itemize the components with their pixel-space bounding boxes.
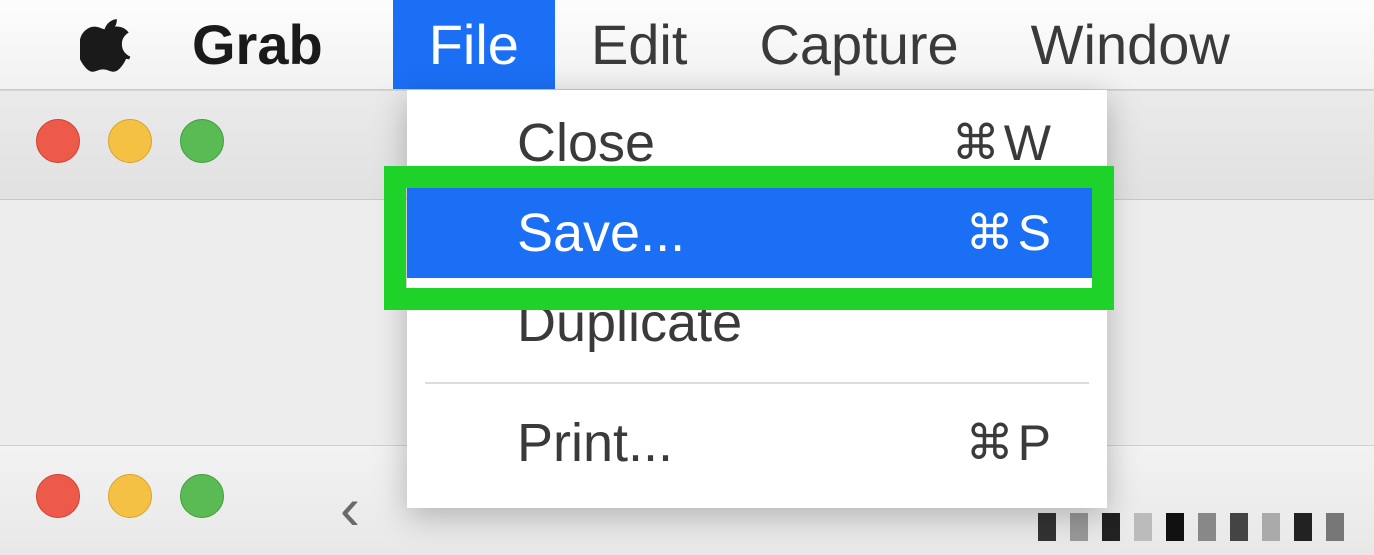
app-name[interactable]: Grab <box>192 12 323 77</box>
menubar: Grab File Edit Capture Window <box>0 0 1374 90</box>
command-icon: ⌘ <box>966 205 1014 261</box>
menu-separator <box>425 382 1089 384</box>
zoom-window-icon[interactable] <box>180 474 224 518</box>
decorative-noise <box>1038 513 1344 541</box>
shortcut: ⌘P <box>966 414 1051 472</box>
menu-capture[interactable]: Capture <box>723 0 994 89</box>
command-icon: ⌘ <box>966 415 1014 471</box>
menu-item-close[interactable]: Close ⌘W <box>407 98 1107 188</box>
menu-item-print[interactable]: Print... ⌘P <box>407 398 1107 488</box>
menu-item-label: Save... <box>517 202 685 264</box>
apple-logo-icon[interactable] <box>80 15 132 75</box>
menu-item-label: Close <box>517 112 655 174</box>
menu-item-duplicate[interactable]: Duplicate <box>407 278 1107 368</box>
minimize-window-icon[interactable] <box>108 119 152 163</box>
zoom-window-icon[interactable] <box>180 119 224 163</box>
back-chevron-icon[interactable]: ‹ <box>340 474 360 543</box>
minimize-window-icon[interactable] <box>108 474 152 518</box>
file-dropdown-menu: Close ⌘W Save... ⌘S Duplicate Print... ⌘… <box>407 90 1107 508</box>
close-window-icon[interactable] <box>36 474 80 518</box>
menu-window[interactable]: Window <box>995 0 1266 89</box>
menu-item-label: Print... <box>517 412 673 474</box>
menu-item-save[interactable]: Save... ⌘S <box>407 188 1107 278</box>
close-window-icon[interactable] <box>36 119 80 163</box>
menu-edit[interactable]: Edit <box>555 0 724 89</box>
menu-item-label: Duplicate <box>517 292 742 354</box>
command-icon: ⌘ <box>952 115 1000 171</box>
shortcut: ⌘W <box>952 114 1051 172</box>
menu-file[interactable]: File <box>393 0 555 89</box>
shortcut: ⌘S <box>966 204 1051 262</box>
